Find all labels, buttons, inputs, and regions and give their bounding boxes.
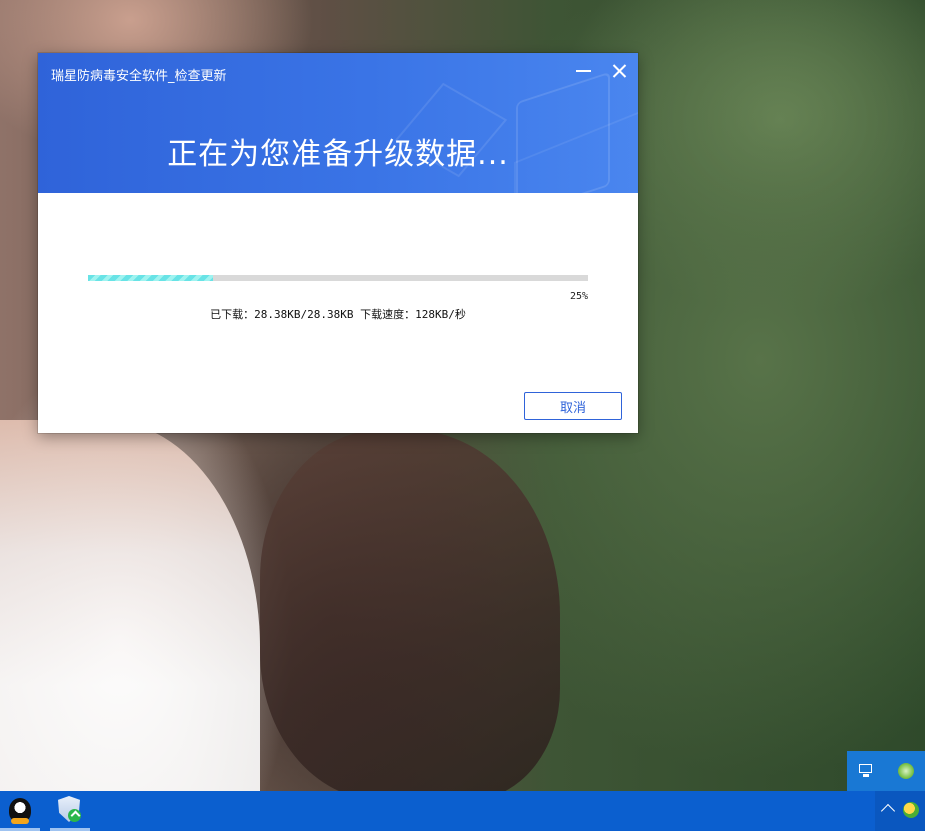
taskbar-app-rising[interactable] xyxy=(50,791,90,831)
tray-overflow-popup xyxy=(847,751,925,791)
progress-percent: 25% xyxy=(569,291,588,302)
progress-bar xyxy=(88,275,588,281)
security-tray-icon[interactable] xyxy=(903,802,919,818)
qq-icon xyxy=(9,798,31,824)
wallpaper-figure xyxy=(0,420,260,800)
progress-fill xyxy=(88,275,213,281)
dialog-header: 瑞星防病毒安全软件_检查更新 正在为您准备升级数据... xyxy=(38,53,638,193)
xbox-icon[interactable] xyxy=(898,763,914,779)
update-badge-icon xyxy=(68,809,81,822)
dialog-title: 瑞星防病毒安全软件_检查更新 xyxy=(51,69,227,84)
wallpaper-hair xyxy=(260,430,560,800)
status-headline: 正在为您准备升级数据... xyxy=(167,137,509,172)
cancel-button[interactable]: 取消 xyxy=(524,392,622,420)
minimize-icon[interactable] xyxy=(568,59,598,83)
taskbar xyxy=(0,791,925,831)
network-icon[interactable] xyxy=(858,763,876,779)
update-dialog: 瑞星防病毒安全软件_检查更新 正在为您准备升级数据... 25% 已下载：28.… xyxy=(38,53,638,433)
close-icon[interactable] xyxy=(604,59,634,83)
download-info: 已下载：28.38KB/28.38KB 下载速度：128KB/秒 xyxy=(210,308,466,321)
taskbar-app-qq[interactable] xyxy=(0,791,40,831)
chevron-up-icon[interactable] xyxy=(880,803,896,819)
notification-area xyxy=(875,791,925,831)
